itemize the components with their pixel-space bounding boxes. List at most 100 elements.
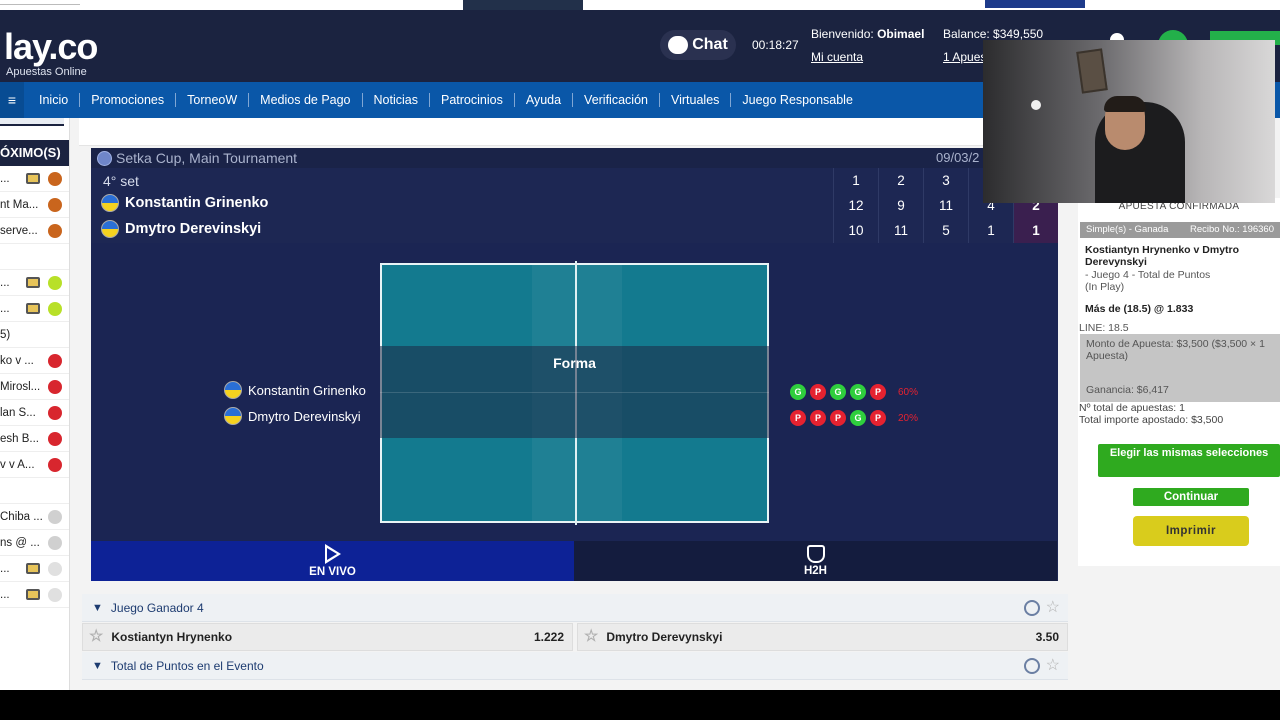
table-tennis-icon	[48, 353, 62, 368]
sidebar-event-row[interactable]: ...	[0, 556, 69, 582]
favorite-star-icon[interactable]: ☆	[1046, 600, 1060, 616]
live-stream-icon[interactable]	[1023, 658, 1040, 674]
form-divider	[380, 392, 769, 393]
sidebar-event-row[interactable]: nt Ma...	[0, 192, 69, 218]
clock: 00:18:27	[752, 38, 799, 52]
nav-item-torneow[interactable]: TorneoW	[176, 93, 250, 107]
sidebar-event-row[interactable]: v v A...	[0, 452, 69, 478]
form-result: G	[790, 384, 806, 400]
play-icon	[324, 544, 341, 564]
menu-icon[interactable]: ≡	[0, 82, 24, 118]
my-account-link[interactable]: Mi cuenta	[811, 50, 863, 64]
scoreboard-header: Setka Cup, Main Tournament 09/03/2	[91, 148, 1058, 168]
market-title: Total de Puntos en el Evento	[110, 658, 264, 673]
sidebar-event-row[interactable]: ns @ ...	[0, 530, 69, 556]
form-result: G	[850, 410, 866, 426]
sidebar-event-label: ns @ ...	[0, 536, 40, 549]
tournament-name: Setka Cup, Main Tournament	[116, 150, 298, 166]
sets-won: 1	[1032, 223, 1040, 238]
sidebar-event-label: v v A...	[0, 458, 35, 471]
score-table: 4° set Konstantin Grinenko Dmytro Derevi…	[91, 168, 1058, 243]
scoreboard: Setka Cup, Main Tournament 09/03/2 4° se…	[91, 148, 1058, 581]
form-title: Forma	[553, 355, 596, 371]
table-tennis-icon	[48, 379, 62, 394]
nav-item-medios-de-pago[interactable]: Medios de Pago	[249, 93, 363, 107]
selection-name: Kostiantyn Hrynenko	[111, 630, 233, 644]
webcam-light	[1031, 100, 1041, 110]
top-strip-active-tab	[463, 0, 583, 10]
same-selections-button[interactable]: Elegir las mismas selecciones	[1098, 444, 1280, 477]
odds-button-player-1[interactable]: ☆ Kostiantyn Hrynenko 1.222	[82, 623, 573, 651]
webcam-overlay	[983, 40, 1275, 203]
baseball-icon	[48, 509, 62, 524]
sidebar-event-row[interactable]: ...	[0, 166, 69, 192]
sidebar-event-row[interactable]: Mirosl...	[0, 374, 69, 400]
sidebar-event-row[interactable]: ...	[0, 296, 69, 322]
sidebar-event-label: ...	[0, 172, 10, 185]
nav-item-verificacion[interactable]: Verificación	[573, 93, 660, 107]
player-2-name: Dmytro Derevinskyi	[125, 221, 262, 237]
nav-item-ayuda[interactable]: Ayuda	[515, 93, 574, 107]
current-set: 4° set	[103, 173, 139, 189]
ukraine-flag-icon	[224, 381, 242, 399]
sidebar-event-row[interactable]: ...	[0, 270, 69, 296]
continue-button[interactable]: Continuar	[1133, 488, 1249, 506]
sidebar-event-row[interactable]	[0, 244, 69, 270]
total-amount: Total importe apostado: $3,500	[1079, 414, 1224, 426]
ukraine-flag-icon	[224, 407, 242, 425]
form-result: P	[870, 384, 886, 400]
odds-button-player-2[interactable]: ☆ Dmytro Derevynskyi 3.50	[577, 623, 1068, 651]
sidebar-event-row[interactable]	[0, 478, 69, 504]
set-score: 5	[942, 223, 950, 238]
nav-item-juego-responsable[interactable]: Juego Responsable	[731, 93, 864, 107]
bet-type: Simple(s) - Ganada	[1086, 224, 1169, 235]
browser-top-strip	[0, 0, 1280, 10]
favorite-star-icon[interactable]: ☆	[584, 629, 598, 645]
tab-en-vivo[interactable]: EN VIVO	[91, 541, 574, 581]
bet-gain: Ganancia: $6,417	[1086, 384, 1169, 396]
tab-h2h-label: H2H	[803, 565, 827, 577]
set-score: 12	[848, 198, 864, 213]
form-results-player-2: P P P G P 20%	[790, 410, 918, 426]
nav-item-virtuales[interactable]: Virtuales	[660, 93, 732, 107]
set-3-column: 3 11 5	[923, 168, 968, 243]
sidebar-event-label: ...	[0, 562, 10, 575]
sidebar-event-row[interactable]: ...	[0, 582, 69, 608]
sidebar-list: ... nt Ma... serve......... 5) ko v ... Miros…	[0, 166, 69, 608]
nav-item-noticias[interactable]: Noticias	[363, 93, 430, 107]
favorite-star-icon[interactable]: ☆	[89, 629, 103, 645]
nav-item-promociones[interactable]: Promociones	[80, 93, 177, 107]
basketball-icon	[48, 197, 62, 212]
sidebar-heading: ÓXIMO(S)	[0, 140, 69, 166]
print-button[interactable]: Imprimir	[1133, 516, 1249, 546]
nav-item-patrocinios[interactable]: Patrocinios	[430, 93, 515, 107]
sidebar-event-row[interactable]: lan S...	[0, 400, 69, 426]
set-score: 11	[938, 198, 953, 213]
form-result: P	[810, 384, 826, 400]
sidebar-event-row[interactable]: Chiba ...	[0, 504, 69, 530]
market-header-total-puntos[interactable]: ▼ Total de Puntos en el Evento ☆	[82, 652, 1068, 680]
globe-icon	[97, 150, 112, 166]
sidebar-event-row[interactable]: ko v ...	[0, 348, 69, 374]
market-header-juego-ganador[interactable]: ▼ Juego Ganador 4 ☆	[82, 594, 1068, 622]
tab-en-vivo-label: EN VIVO	[309, 566, 356, 578]
set-score: 9	[897, 198, 905, 213]
form-result: P	[810, 410, 826, 426]
sidebar-event-row[interactable]: 5)	[0, 322, 69, 348]
form-result: G	[850, 384, 866, 400]
balance: Balance: $349,550	[943, 27, 1044, 41]
favorite-star-icon[interactable]: ☆	[1046, 658, 1060, 674]
open-bets-link[interactable]: 1 Apues	[943, 50, 986, 64]
sidebar-event-row[interactable]: serve...	[0, 218, 69, 244]
nav-item-inicio[interactable]: Inicio	[24, 93, 81, 107]
sidebar-event-label: ...	[0, 302, 10, 315]
set-header: 3	[942, 173, 950, 188]
sidebar-event-row[interactable]: esh B...	[0, 426, 69, 452]
site-logo[interactable]: lay.co	[4, 26, 98, 68]
live-stream-icon[interactable]	[1023, 600, 1040, 616]
username: Obimael	[877, 27, 925, 41]
form-player-2-name: Dmytro Derevinskyi	[248, 408, 361, 424]
tab-h2h[interactable]: H2H	[574, 541, 1057, 581]
chat-button[interactable]: Chat	[660, 30, 736, 60]
market-icons: ☆	[1023, 600, 1060, 616]
